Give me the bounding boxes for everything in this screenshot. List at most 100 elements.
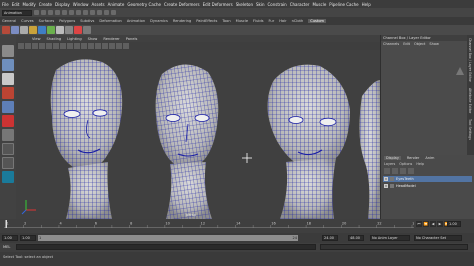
camera-attributes-icon[interactable] [25, 43, 31, 49]
layer-tab-display[interactable]: Display [384, 156, 401, 160]
menu-create-deformers[interactable]: Create Deformers [164, 2, 200, 7]
start-time-field[interactable]: 1.00 [2, 235, 18, 241]
command-input[interactable] [16, 244, 316, 250]
outliner-layout-icon[interactable] [2, 171, 14, 183]
current-time-marker[interactable] [5, 220, 8, 228]
play-forward-icon[interactable]: ▶ [437, 221, 443, 227]
select-camera-icon[interactable] [18, 43, 24, 49]
playback-start-field[interactable]: 1.00 [20, 235, 36, 241]
shelf-tab-rendering[interactable]: Rendering [173, 19, 191, 23]
render-settings-icon[interactable] [111, 10, 116, 15]
menu-constrain[interactable]: Constrain [268, 2, 287, 7]
select-hierarchy-icon[interactable] [55, 10, 60, 15]
current-frame-field[interactable]: 1.00 [447, 221, 461, 227]
panel-menu-view[interactable]: View [32, 37, 41, 41]
shelf-tab-animation[interactable]: Animation [127, 19, 145, 23]
menu-window[interactable]: Window [73, 2, 89, 7]
wireframe-icon[interactable] [67, 43, 73, 49]
shelf-tool-icon[interactable] [65, 26, 73, 34]
time-slider[interactable]: 124681012141618202224 ⏮ ⏪ ◀ ▶ ⏩ ⏭ 1.00 [0, 219, 474, 233]
menu-assets[interactable]: Assets [92, 2, 105, 7]
layer-tab-anim[interactable]: Anim [425, 156, 434, 160]
snap-grid-icon[interactable] [76, 10, 81, 15]
shelf-tab-toon[interactable]: Toon [222, 19, 230, 23]
menu-muscle[interactable]: Muscle [312, 2, 326, 7]
ipr-render-icon[interactable] [104, 10, 109, 15]
menu-character[interactable]: Character [290, 2, 310, 7]
hud-icon[interactable] [123, 43, 129, 49]
single-view-layout-icon[interactable] [2, 143, 14, 155]
shelf-torus-icon[interactable] [47, 26, 55, 34]
select-tool-icon[interactable] [2, 45, 14, 57]
layer-menu-layers[interactable]: Layers [384, 162, 395, 166]
select-object-icon[interactable] [62, 10, 67, 15]
menu-display[interactable]: Display [55, 2, 70, 7]
shelf-tab-subdivs[interactable]: Subdivs [80, 19, 94, 23]
layer-visibility-toggle[interactable]: V [384, 184, 388, 188]
play-backward-icon[interactable]: ◀ [430, 221, 436, 227]
layer-visibility-toggle[interactable]: V [384, 177, 388, 181]
head-model-right[interactable] [267, 64, 350, 219]
layer-row[interactable]: V HeadModel [383, 183, 472, 189]
open-scene-icon[interactable] [41, 10, 46, 15]
shelf-tab-ncloth[interactable]: nCloth [292, 19, 304, 23]
menu-animate[interactable]: Animate [108, 2, 125, 7]
shelf-tool-icon[interactable] [56, 26, 64, 34]
layer-tab-render[interactable]: Render [407, 156, 419, 160]
select-component-icon[interactable] [69, 10, 74, 15]
bookmark-icon[interactable] [32, 43, 38, 49]
range-slider-bar[interactable]: 1 24 [38, 235, 298, 241]
isolate-select-icon[interactable] [116, 43, 122, 49]
menu-pipeline-cache[interactable]: Pipeline Cache [329, 2, 358, 7]
time-slider-ruler[interactable]: 124681012141618202224 [4, 220, 418, 228]
head-model-front[interactable] [155, 64, 219, 219]
image-plane-icon[interactable] [39, 43, 45, 49]
layer-name[interactable]: EyesTeeth [396, 177, 414, 181]
playback-end-field[interactable]: 24.00 [322, 235, 338, 241]
channel-menu-edit[interactable]: Edit [403, 42, 410, 46]
textured-icon[interactable] [88, 43, 94, 49]
head-model-profile[interactable] [359, 80, 380, 219]
channel-menu-channels[interactable]: Channels [383, 42, 399, 46]
move-tool-icon[interactable] [2, 87, 14, 99]
command-language-label[interactable]: MEL [3, 245, 10, 249]
menu-file[interactable]: File [2, 2, 9, 7]
layer-row[interactable]: V EyesTeeth [383, 176, 472, 182]
go-to-start-icon[interactable]: ⏮ [416, 221, 422, 227]
resolution-gate-icon[interactable] [60, 43, 66, 49]
menu-set-dropdown[interactable]: Animation [2, 9, 32, 16]
xray-icon[interactable] [109, 43, 115, 49]
shelf-tab-deformation[interactable]: Deformation [99, 19, 121, 23]
shelf-tool-icon[interactable] [83, 26, 91, 34]
layer-move-up-icon[interactable] [384, 168, 390, 174]
lasso-tool-icon[interactable] [2, 59, 14, 71]
shelf-tab-curves[interactable]: Curves [21, 19, 33, 23]
panel-menu-panels[interactable]: Panels [126, 37, 138, 41]
new-scene-icon[interactable] [34, 10, 39, 15]
channel-menu-show[interactable]: Show [429, 42, 438, 46]
shelf-tab-general[interactable]: General [2, 19, 16, 23]
scale-tool-icon[interactable] [2, 115, 14, 127]
panel-menu-show[interactable]: Show [88, 37, 98, 41]
save-scene-icon[interactable] [48, 10, 53, 15]
anim-layer-dropdown[interactable]: No Anim Layer [370, 235, 410, 241]
shelf-tab-painteffects[interactable]: PaintEffects [196, 19, 217, 23]
layer-color-swatch[interactable] [390, 177, 394, 181]
head-model-left[interactable] [50, 59, 123, 219]
last-tool-icon[interactable] [2, 129, 14, 141]
shadows-icon[interactable] [102, 43, 108, 49]
perspective-viewport[interactable]: persp [16, 50, 380, 219]
shelf-sphere-icon[interactable] [2, 26, 10, 34]
menu-create[interactable]: Create [39, 2, 52, 7]
paint-select-icon[interactable] [2, 73, 14, 85]
layer-menu-options[interactable]: Options [399, 162, 412, 166]
new-layer-selected-icon[interactable] [408, 168, 414, 174]
snap-point-icon[interactable] [90, 10, 95, 15]
shelf-tab-dynamics[interactable]: Dynamics [150, 19, 168, 23]
lights-icon[interactable] [95, 43, 101, 49]
character-set-dropdown[interactable]: No Character Set [414, 235, 462, 241]
side-tab-attribute-editor[interactable]: Attribute Editor [467, 85, 473, 116]
shelf-tool-icon[interactable] [74, 26, 82, 34]
side-tab-channel-box-layer-editor[interactable]: Channel Box / Layer Editor [467, 35, 473, 85]
shelf-tab-surfaces[interactable]: Surfaces [39, 19, 55, 23]
